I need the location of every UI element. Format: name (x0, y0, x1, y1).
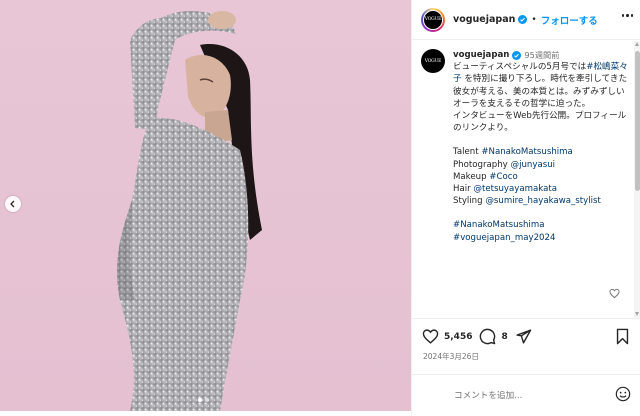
credit-link[interactable]: @junyasui (511, 160, 556, 170)
author-avatar[interactable]: VOGUE (421, 7, 445, 32)
bookmark-icon[interactable] (614, 328, 631, 345)
caption-section: VOGUE voguejapan 95週間前 ビューティスペシャルの5月号では#… (412, 41, 634, 318)
post-time-ago[interactable]: 95週間前 (524, 49, 559, 61)
paper-plane-icon[interactable] (515, 328, 532, 345)
like-count[interactable]: 5,456 (444, 332, 472, 342)
credit-label: Styling (453, 196, 486, 207)
caption-body: voguejapan 95週間前 ビューティスペシャルの5月号では#松嶋菜々子 … (453, 49, 628, 244)
caption-avatar[interactable]: VOGUE (421, 49, 445, 73)
smiley-icon[interactable] (615, 386, 631, 402)
caption-main-text: ビューティスペシャルの5月号では (453, 62, 587, 73)
scroll-thumb[interactable] (635, 51, 640, 191)
comment-input[interactable] (454, 390, 604, 401)
caption-header: voguejapan 95週間前 (453, 49, 628, 61)
scroll-down-arrow-icon[interactable] (635, 312, 639, 316)
carousel-prev-button[interactable] (5, 196, 21, 212)
carousel-dot (205, 398, 209, 402)
post-image[interactable] (0, 0, 411, 411)
caption-username[interactable]: voguejapan (453, 49, 509, 61)
carousel-indicator (198, 398, 209, 402)
header-separator: • (531, 14, 537, 25)
caption-text: ビューティスペシャルの5月号では#松嶋菜々子 を特別に撮り下ろし。時代を牽引して… (453, 61, 628, 134)
post-date[interactable]: 2024年3月26日 (423, 351, 479, 362)
comment-icon[interactable] (479, 328, 496, 345)
post-actions: 5,456 8 2024年3月26日 (412, 318, 640, 374)
caption-like-icon[interactable] (609, 288, 620, 299)
credit-link[interactable]: @tetsuyayamakata (473, 184, 557, 194)
credit-link[interactable]: #NanakoMatsushima (481, 147, 572, 157)
credit-label: Makeup (453, 171, 490, 182)
post-header: VOGUE voguejapan • フォローする (412, 0, 640, 40)
carousel-dot-active (198, 398, 202, 402)
post-sidebar: VOGUE voguejapan • フォローする VOGUE voguejap… (411, 0, 640, 416)
follow-button[interactable]: フォローする (541, 13, 598, 27)
author-username[interactable]: voguejapan (453, 14, 515, 25)
post-photo-figure (117, 11, 262, 411)
caption-rest-text: を特別に撮り下ろし。時代を牽引してきた彼女が考える、美の本質とは。みずみずしいオ… (453, 74, 628, 134)
heart-icon[interactable] (422, 328, 439, 345)
credit-label: Hair (453, 184, 474, 195)
credit-line-talent: Talent #NanakoMatsushima (453, 146, 628, 158)
credit-link[interactable]: #Coco (489, 172, 517, 182)
comment-box (412, 374, 640, 416)
comment-count[interactable]: 8 (501, 332, 507, 342)
credit-link[interactable]: @sumire_hayakawa_stylist (485, 196, 601, 206)
credit-line-hair: Hair @tetsuyayamakata (453, 183, 628, 195)
credit-label: Photography (453, 159, 511, 170)
verified-badge-icon (512, 50, 522, 60)
caption-row: VOGUE voguejapan 95週間前 ビューティスペシャルの5月号では#… (412, 41, 634, 244)
credit-line-styling: Styling @sumire_hayakawa_stylist (453, 195, 628, 207)
verified-badge-icon (518, 15, 528, 24)
hashtag-link[interactable]: #voguejapan_may2024 (453, 232, 628, 244)
hashtag-link[interactable]: #NanakoMatsushima (453, 219, 628, 231)
scroll-up-arrow-icon[interactable] (635, 42, 639, 46)
credit-line-makeup: Makeup #Coco (453, 171, 628, 183)
credit-label: Talent (453, 147, 482, 158)
caption-scrollbar[interactable] (634, 41, 640, 318)
credit-line-photography: Photography @junyasui (453, 159, 628, 171)
avatar-logo: VOGUE (423, 51, 443, 71)
action-row: 5,456 8 (422, 328, 532, 345)
avatar-logo: VOGUE (423, 9, 443, 30)
chevron-left-icon (10, 200, 15, 208)
more-options-icon[interactable] (621, 14, 633, 17)
